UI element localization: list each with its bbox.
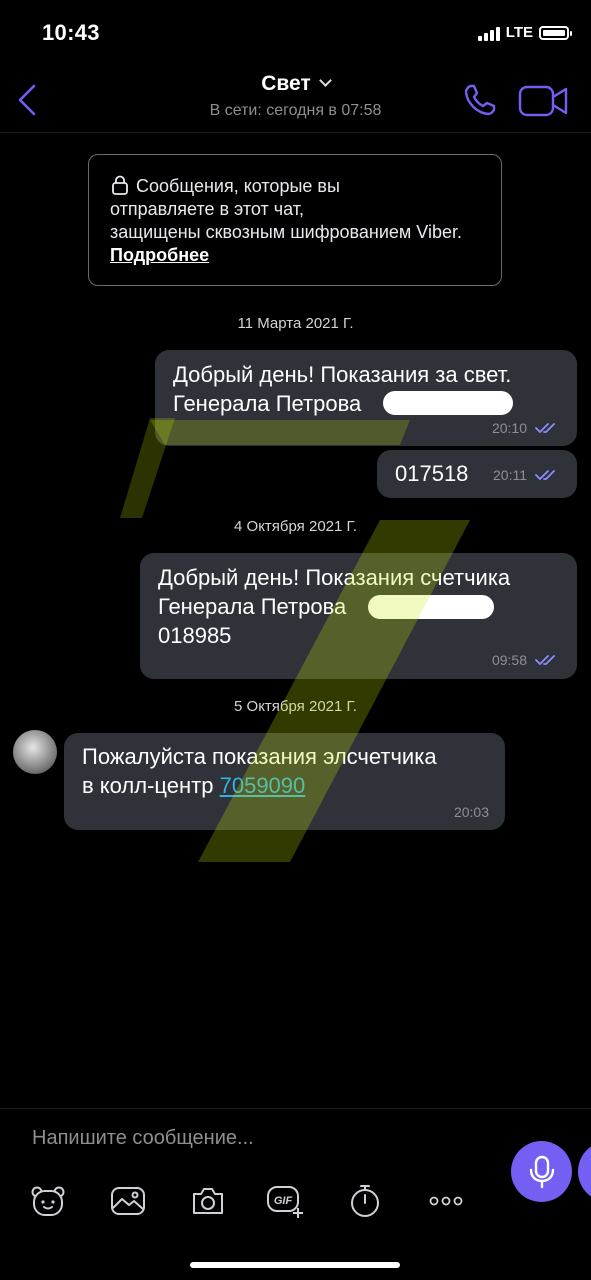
message-text-line: Генерала Петрова <box>158 594 347 619</box>
date-separator: 11 Марта 2021 Г. <box>237 315 354 332</box>
svg-text:GIF: GIF <box>274 1195 293 1207</box>
encryption-notice: Сообщения, которые вы отправляете в этот… <box>88 154 502 286</box>
message-text-line: Генерала Петрова <box>173 391 362 416</box>
message-text-line: Добрый день! Показания счетчика <box>158 565 511 590</box>
signal-icon <box>477 25 500 41</box>
encryption-notice-line3: защищены сквозным шифрованием Viber. <box>110 222 462 242</box>
lock-icon <box>112 175 128 195</box>
message-composer: Напишите сообщение... GIF <box>0 1108 591 1280</box>
image-icon <box>111 1187 145 1215</box>
message-text-line: в колл-центр 7059090 <box>82 773 306 798</box>
redaction-mark <box>368 595 494 619</box>
contact-avatar[interactable] <box>13 730 57 774</box>
double-check-icon <box>535 655 555 665</box>
message-text-line: Пожалуйста показания элсчетчика <box>82 744 437 769</box>
message-time: 09:58 <box>491 652 527 668</box>
message-meta: 20:03 <box>454 804 489 820</box>
redaction-mark <box>383 391 513 415</box>
camera-button[interactable] <box>188 1181 228 1221</box>
message-text-line: 017518 <box>395 461 469 486</box>
learn-more-link[interactable]: Подробнее <box>110 244 209 267</box>
status-time: 10:43 <box>42 20 100 45</box>
message-time: 20:11 <box>493 467 527 483</box>
phone-icon <box>464 84 496 116</box>
message-meta: 09:58 <box>492 652 559 668</box>
gallery-button[interactable] <box>108 1181 148 1221</box>
message-bubble-incoming[interactable]: Пожалуйста показания элсчетчика в колл-ц… <box>64 733 505 830</box>
gif-button[interactable]: GIF <box>266 1181 306 1221</box>
chat-title[interactable]: Свет <box>261 72 311 95</box>
phone-number-link[interactable]: 7059090 <box>220 773 306 798</box>
network-type: LTE <box>505 24 533 41</box>
more-options-button[interactable] <box>426 1181 466 1221</box>
voice-message-button[interactable] <box>511 1141 572 1202</box>
encryption-notice-text: Сообщения, которые вы отправляете в этот… <box>110 175 340 219</box>
chat-header: Свет В сети: сегодня в 07:58 <box>0 60 591 133</box>
message-time: 20:03 <box>453 804 489 820</box>
camera-icon <box>193 1188 223 1214</box>
message-text-line: 018985 <box>158 623 232 648</box>
double-check-icon <box>535 423 555 433</box>
date-separator: 4 Октября 2021 Г. <box>234 518 357 535</box>
date-separator: 5 Октября 2021 Г. <box>234 698 357 715</box>
message-bubble-outgoing[interactable]: 017518 20:11 <box>377 450 577 498</box>
chevron-down-icon <box>318 74 332 87</box>
message-input[interactable]: Напишите сообщение... <box>32 1127 254 1150</box>
call-button[interactable] <box>462 82 498 118</box>
double-check-icon <box>535 470 555 480</box>
status-indicators: LTE <box>477 24 572 41</box>
video-camera-icon <box>518 85 555 117</box>
online-status: В сети: сегодня в 07:58 <box>209 102 382 119</box>
message-bubble-outgoing[interactable]: Добрый день! Показания счетчика Генерала… <box>140 553 577 679</box>
home-indicator[interactable] <box>190 1262 400 1268</box>
gif-icon: GIF <box>267 1186 303 1218</box>
sticker-button[interactable] <box>28 1181 68 1221</box>
secondary-action-button[interactable] <box>578 1141 591 1202</box>
chat-title-block[interactable]: Свет В сети: сегодня в 07:58 <box>0 72 591 120</box>
stopwatch-icon <box>351 1185 379 1217</box>
bear-sticker-icon <box>31 1186 65 1216</box>
message-bubble-outgoing[interactable]: Добрый день! Показания за свет. Генерала… <box>155 350 577 446</box>
viber-chat-screen: 10:43 LTE Свет В сети: сегодня в 07:58 С… <box>0 0 591 1280</box>
message-text-line: Добрый день! Показания за свет. <box>173 362 512 387</box>
video-call-button[interactable] <box>518 84 570 118</box>
message-time: 20:10 <box>491 420 527 436</box>
microphone-icon <box>529 1155 554 1188</box>
message-meta: 20:10 <box>492 420 559 436</box>
battery-icon <box>539 25 572 40</box>
message-meta: 20:11 <box>493 467 559 483</box>
more-dots-icon <box>429 1196 463 1206</box>
timer-button[interactable] <box>345 1181 385 1221</box>
